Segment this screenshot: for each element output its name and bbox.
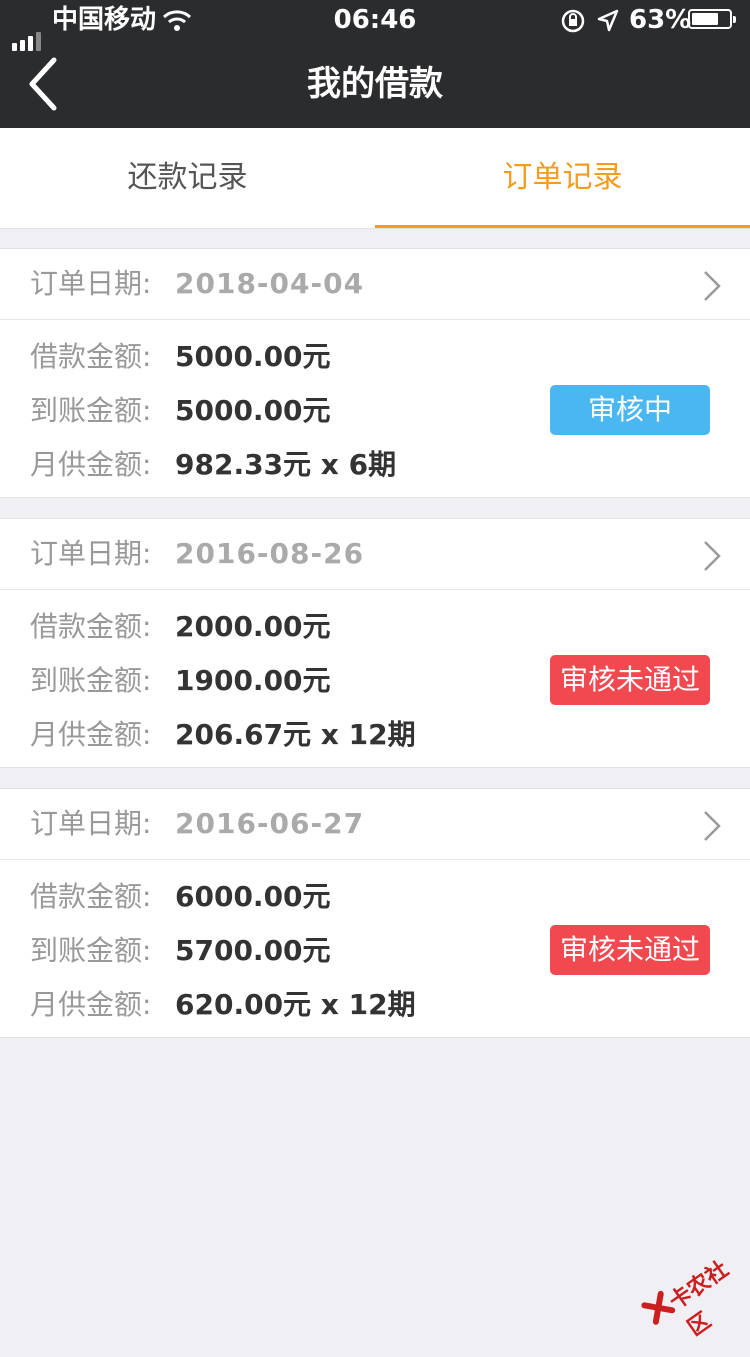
loan-amount-label: 借款金额:: [30, 880, 152, 913]
order-header[interactable]: 订单日期: 2018-04-04: [0, 249, 750, 320]
watermark-logo: 卡农社区: [636, 1235, 750, 1341]
received-amount-label: 到账金额:: [30, 394, 152, 427]
order-date: 2016-08-26: [175, 537, 365, 570]
monthly-payment-row: 月供金额: 982.33元 x 6期: [0, 438, 540, 492]
loan-amount-value: 5000.00元: [175, 340, 331, 373]
status-badge: 审核未通过: [550, 925, 710, 975]
order-card: 订单日期: 2016-08-26 借款金额: 2000.00元 到账金额: 19…: [0, 518, 750, 768]
order-date-label: 订单日期:: [30, 267, 152, 300]
tab-repayment-records[interactable]: 还款记录: [0, 128, 375, 228]
order-date: 2016-06-27: [175, 807, 365, 840]
monthly-payment-row: 月供金额: 206.67元 x 12期: [0, 708, 540, 762]
tab-order-records-label: 订单记录: [502, 160, 623, 195]
chevron-right-icon: [704, 271, 721, 301]
received-amount-row: 到账金额: 5000.00元: [0, 384, 540, 438]
status-badge: 审核未通过: [550, 655, 710, 705]
page-title: 我的借款: [307, 64, 443, 104]
monthly-payment-label: 月供金额:: [30, 988, 152, 1021]
monthly-payment-label: 月供金额:: [30, 448, 152, 481]
received-amount-value: 5000.00元: [175, 394, 331, 427]
active-tab-indicator: [375, 225, 750, 228]
order-header[interactable]: 订单日期: 2016-08-26: [0, 519, 750, 590]
tab-order-records[interactable]: 订单记录: [375, 128, 750, 228]
loan-amount-row: 借款金额: 6000.00元: [0, 870, 540, 924]
received-amount-label: 到账金额:: [30, 934, 152, 967]
loan-amount-row: 借款金额: 2000.00元: [0, 600, 540, 654]
nav-bar: 我的借款: [0, 40, 750, 128]
received-amount-row: 到账金额: 5700.00元: [0, 924, 540, 978]
received-amount-value: 1900.00元: [175, 664, 331, 697]
chevron-right-icon: [704, 541, 721, 571]
loan-amount-row: 借款金额: 5000.00元: [0, 330, 540, 384]
order-date-label: 订单日期:: [30, 807, 152, 840]
battery-percent: 63%: [629, 5, 692, 35]
top-bar: 中国移动 06:46 63% 我的借款: [0, 0, 750, 128]
chevron-right-icon: [704, 811, 721, 841]
status-badge: 审核中: [550, 385, 710, 435]
battery-icon: [688, 9, 736, 29]
received-amount-row: 到账金额: 1900.00元: [0, 654, 540, 708]
monthly-payment-label: 月供金额:: [30, 718, 152, 751]
monthly-payment-value: 206.67元 x 12期: [175, 718, 416, 751]
order-date: 2018-04-04: [175, 267, 365, 300]
order-date-label: 订单日期:: [30, 537, 152, 570]
order-card: 订单日期: 2018-04-04 借款金额: 5000.00元 到账金额: 50…: [0, 248, 750, 498]
loan-amount-label: 借款金额:: [30, 340, 152, 373]
monthly-payment-row: 月供金额: 620.00元 x 12期: [0, 978, 540, 1032]
loan-amount-value: 6000.00元: [175, 880, 331, 913]
monthly-payment-value: 982.33元 x 6期: [175, 448, 397, 481]
status-bar: 中国移动 06:46 63%: [0, 0, 750, 51]
monthly-payment-value: 620.00元 x 12期: [175, 988, 416, 1021]
order-header[interactable]: 订单日期: 2016-06-27: [0, 789, 750, 860]
tab-bar: 还款记录 订单记录: [0, 128, 750, 229]
order-card: 订单日期: 2016-06-27 借款金额: 6000.00元 到账金额: 57…: [0, 788, 750, 1038]
received-amount-value: 5700.00元: [175, 934, 331, 967]
loan-amount-label: 借款金额:: [30, 610, 152, 643]
watermark-text: 卡农社区: [664, 1256, 734, 1342]
loan-amount-value: 2000.00元: [175, 610, 331, 643]
received-amount-label: 到账金额:: [30, 664, 152, 697]
